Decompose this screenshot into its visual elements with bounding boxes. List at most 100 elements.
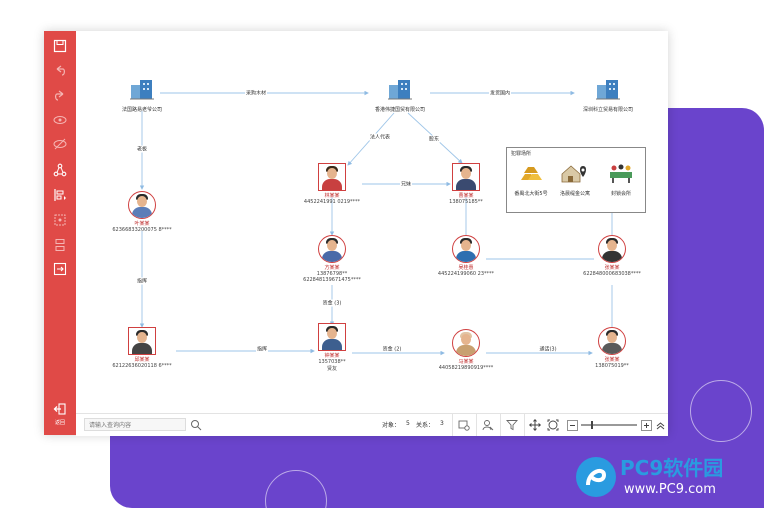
person-name: 曹某某 [458, 193, 474, 199]
layout-icon[interactable] [51, 186, 69, 204]
export-icon[interactable] [51, 260, 69, 278]
person-node[interactable]: 张某某 622848000683038**** [572, 235, 652, 277]
split-icon[interactable] [51, 236, 69, 254]
person-id: 138075019** [595, 363, 629, 369]
bottom-toolbar: 请输入查询内容 对象： 5 关系： 3 [76, 413, 668, 436]
avatar [128, 327, 156, 355]
watermark-url: www.PC9.com [624, 482, 716, 497]
crime-scene-item[interactable]: 封锁会所 [601, 162, 641, 197]
building-icon [388, 80, 412, 100]
company-node[interactable]: 深圳科立贸易有限公司 [563, 77, 653, 113]
meeting-table-icon [610, 164, 632, 183]
logout-label: 返回 [54, 420, 65, 426]
zoom-slider-thumb[interactable] [591, 421, 593, 429]
person-note: 贤友 [326, 366, 337, 372]
person-id-secondary: 622848139671475**** [303, 277, 361, 283]
crime-scene-label: 番禺北大街5号 [514, 191, 548, 197]
save-icon[interactable] [51, 37, 69, 55]
decorative-circle [265, 470, 327, 532]
search-input[interactable]: 请输入查询内容 [84, 418, 186, 431]
edge-label: 指挥 [255, 345, 269, 353]
edge-label: 兄妹 [399, 180, 413, 188]
person-id: 138075185** [449, 199, 483, 205]
filter-icon[interactable] [504, 417, 520, 433]
avatar [598, 327, 626, 355]
person-id: 445224199060 23**** [437, 271, 495, 277]
crime-scene-title: 犯罪场所 [511, 151, 532, 157]
grid-icon[interactable] [51, 211, 69, 229]
watermark-logo [574, 455, 618, 499]
objects-label: 对象： [382, 422, 401, 429]
network-icon[interactable] [51, 161, 69, 179]
edge-label: 资金 (3) [321, 299, 343, 307]
avatar [128, 191, 156, 219]
person-name: 邱某某 [134, 357, 150, 363]
person-node[interactable]: 吴桂惠 445224199060 23**** [426, 235, 506, 277]
undo-icon[interactable] [51, 62, 69, 80]
edge-label: 发货国内 [488, 89, 512, 97]
person-id: 44058219890919**** [438, 365, 494, 371]
objects-count: 5 [406, 420, 410, 427]
avatar [318, 323, 346, 351]
search-icon[interactable] [190, 419, 202, 431]
edge-label: 通话(3) [538, 345, 558, 353]
building-icon [596, 80, 620, 100]
decorative-circle [690, 380, 752, 442]
edge-label: 股东 [427, 135, 441, 143]
avatar [598, 235, 626, 263]
watermark-brand: PC9软件园 [620, 456, 724, 480]
crime-scene-item[interactable]: 番禺北大街5号 [511, 162, 551, 197]
person-node[interactable]: 张某某 138075019** [572, 327, 652, 369]
graph-canvas[interactable]: 采购木材 发货国内 老板 法人代表 股东 兄妹 指挥 指挥 资金 (3) 资金 … [76, 31, 668, 413]
edge-label: 采购木材 [244, 89, 268, 97]
person-id: 62366833200075 8**** [112, 227, 172, 233]
divider [524, 414, 525, 436]
company-node[interactable]: 法国路易老爷公司 [97, 77, 187, 113]
zoom-out-icon[interactable] [564, 417, 580, 433]
edge-label: 资金 (2) [381, 345, 403, 353]
divider [500, 414, 501, 436]
person-id: 622848000683038**** [583, 271, 641, 277]
relations-count: 3 [440, 420, 444, 427]
relations-label: 关系： [416, 422, 435, 429]
avatar [318, 163, 346, 191]
gold-bars-icon [521, 167, 542, 180]
move-icon[interactable] [527, 417, 543, 433]
avatar [452, 163, 480, 191]
eye-off-icon[interactable] [51, 135, 69, 153]
person-node[interactable]: 马某某 44058219890919**** [426, 329, 506, 371]
person-name: 马某某 [458, 359, 474, 365]
edge-label: 老板 [135, 145, 149, 153]
company-name: 法国路易老爷公司 [121, 107, 162, 113]
person-name: 方某某 [324, 265, 340, 271]
person-name: 钟某某 [324, 353, 340, 359]
logout-icon[interactable] [51, 400, 69, 418]
person-node[interactable]: 林某某 4452241991 0219**** [292, 163, 372, 205]
fit-screen-icon[interactable] [545, 417, 561, 433]
person-node[interactable]: 钟某某 1357038** 贤友 [292, 323, 372, 372]
redo-icon[interactable] [51, 87, 69, 105]
person-name: 张某某 [604, 357, 620, 363]
app-window: 返回 采购木材 发货国内 老板 法人代表 股东 兄妹 指挥 指挥 资金 (3) … [44, 31, 668, 436]
person-name: 张某某 [604, 265, 620, 271]
avatar [452, 235, 480, 263]
person-node[interactable]: 方某某 13876798** 622848139671475**** [292, 235, 372, 283]
house-location-icon [561, 165, 586, 183]
company-node[interactable]: 香港伟捷国贸有限公司 [355, 77, 445, 113]
person-id: 62122636020118 6**** [112, 363, 172, 369]
crime-scene-label: 封锁会所 [610, 191, 631, 197]
crime-scene-panel[interactable]: 犯罪场所 番禺北大街5号 洛晨缇金公寓 封锁会所 [506, 147, 646, 213]
collapse-up-icon[interactable] [652, 417, 668, 433]
edge-label: 指挥 [135, 277, 149, 285]
person-node[interactable]: 叶某某 62366833200075 8**** [102, 191, 182, 233]
settings-gear-icon[interactable] [456, 417, 472, 433]
user-search-icon[interactable] [480, 417, 496, 433]
person-name: 林某某 [324, 193, 340, 199]
company-name: 深圳科立贸易有限公司 [582, 107, 633, 113]
edge-label: 法人代表 [368, 133, 392, 141]
person-node[interactable]: 曹某某 138075185** [426, 163, 506, 205]
person-node[interactable]: 邱某某 62122636020118 6**** [102, 327, 182, 369]
crime-scene-item[interactable]: 洛晨缇金公寓 [555, 162, 595, 197]
zoom-slider[interactable] [581, 421, 637, 429]
eye-icon[interactable] [51, 111, 69, 129]
